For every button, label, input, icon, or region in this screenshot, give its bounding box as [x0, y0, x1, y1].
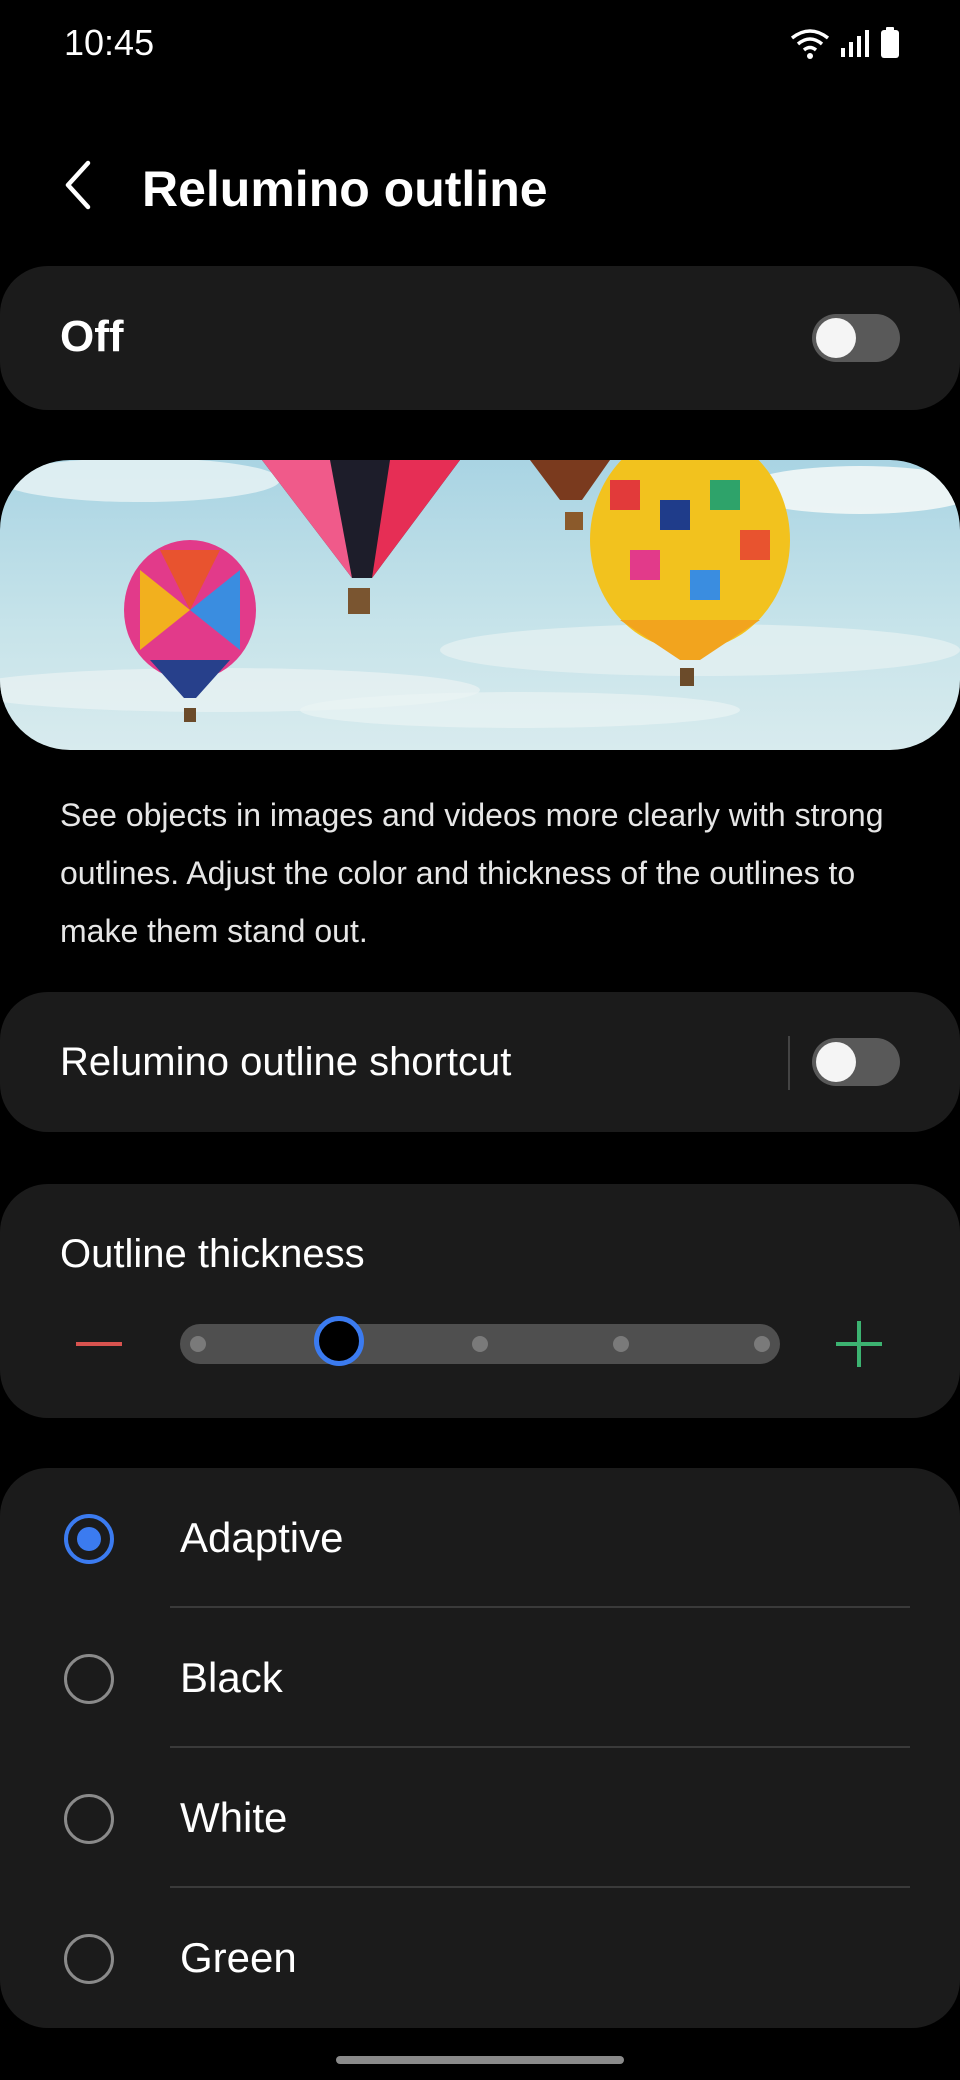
shortcut-label: Relumino outline shortcut [60, 1040, 512, 1084]
battery-icon [881, 27, 899, 58]
clock: 10:45 [64, 22, 155, 63]
radio-button[interactable] [64, 1514, 114, 1564]
master-switch-card[interactable]: Off [0, 266, 960, 410]
thickness-slider[interactable] [180, 1316, 780, 1366]
color-option-adaptive[interactable]: Adaptive [0, 1468, 960, 1608]
radio-button[interactable] [64, 1934, 114, 1984]
slider-thumb[interactable] [314, 1316, 364, 1366]
color-option-white[interactable]: White [0, 1748, 960, 1888]
wifi-icon [790, 29, 830, 59]
master-toggle[interactable] [812, 314, 900, 362]
gesture-bar[interactable] [336, 2056, 624, 2064]
toggle-knob [816, 1042, 856, 1082]
page-title: Relumino outline [142, 161, 548, 217]
toggle-knob [816, 318, 856, 358]
shortcut-toggle[interactable] [812, 1038, 900, 1086]
feature-description: See objects in images and videos more cl… [60, 797, 884, 949]
color-option-label: White [180, 1794, 288, 1841]
slider-tick [472, 1336, 488, 1352]
thickness-label: Outline thickness [60, 1232, 365, 1276]
thickness-card: Outline thickness [0, 1184, 960, 1418]
vertical-divider [788, 1036, 790, 1090]
slider-tick [190, 1336, 206, 1352]
radio-button[interactable] [64, 1794, 114, 1844]
preview-image [0, 460, 960, 750]
back-arrow-icon[interactable] [58, 155, 98, 215]
shortcut-card[interactable]: Relumino outline shortcut [0, 992, 960, 1132]
color-option-green[interactable]: Green [0, 1888, 960, 2028]
color-option-label: Green [180, 1934, 297, 1981]
slider-tick [613, 1336, 629, 1352]
color-option-black[interactable]: Black [0, 1608, 960, 1748]
increase-icon-stroke[interactable] [857, 1321, 861, 1367]
balloons-illustration [0, 460, 960, 750]
master-switch-label: Off [60, 312, 124, 361]
status-icons [790, 26, 900, 60]
slider-tick [754, 1336, 770, 1352]
color-option-label: Adaptive [180, 1514, 344, 1561]
radio-button[interactable] [64, 1654, 114, 1704]
outline-color-list: Adaptive Black White Green [0, 1468, 960, 2028]
status-bar: 10:45 [0, 0, 960, 90]
decrease-icon[interactable] [76, 1342, 122, 1346]
color-option-label: Black [180, 1654, 283, 1701]
app-bar: Relumino outline [0, 130, 960, 240]
signal-icon [841, 30, 869, 57]
